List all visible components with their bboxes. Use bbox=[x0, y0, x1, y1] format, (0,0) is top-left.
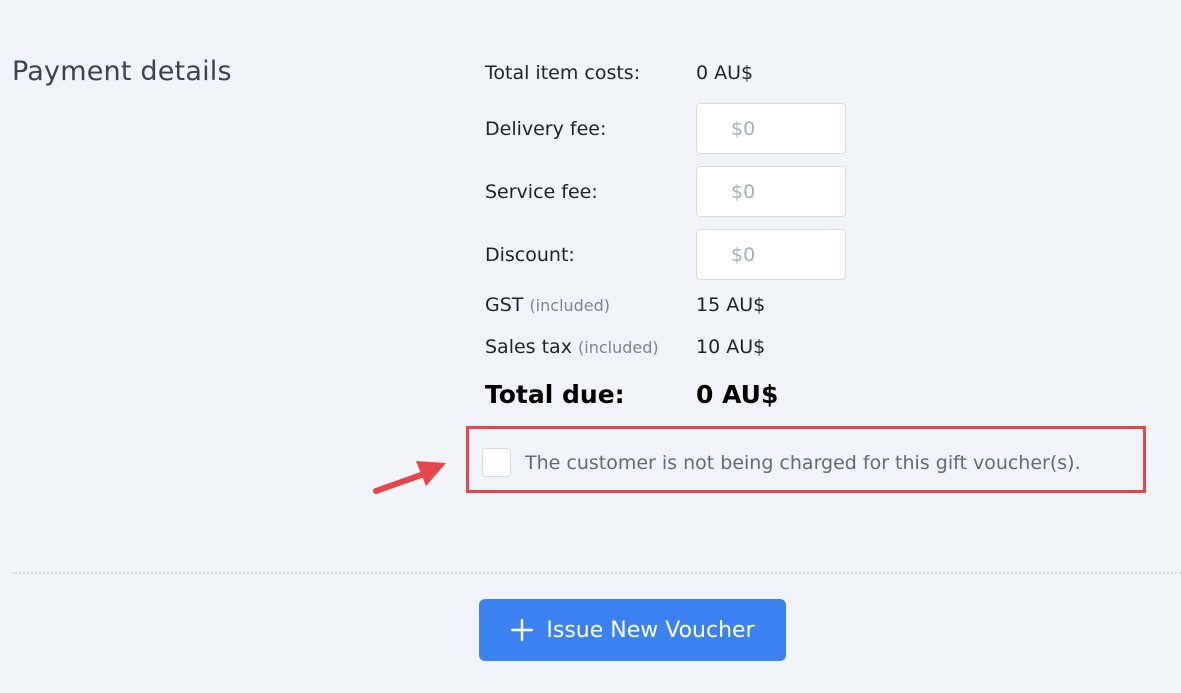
gst-label-wrap: GST (included) bbox=[485, 294, 696, 316]
no-charge-checkbox-label[interactable]: The customer is not being charged for th… bbox=[525, 452, 1081, 474]
sales-tax-label: Sales tax bbox=[485, 336, 572, 358]
total-item-costs-value: 0 AU$ bbox=[696, 62, 754, 84]
gst-value: 15 AU$ bbox=[696, 294, 766, 316]
annotation-arrow-icon bbox=[373, 461, 446, 494]
sales-tax-value: 10 AU$ bbox=[696, 336, 766, 358]
gst-included-note: (included) bbox=[529, 296, 611, 315]
no-charge-checkbox-row[interactable]: The customer is not being charged for th… bbox=[482, 448, 1081, 477]
sales-tax-row: Sales tax (included) 10 AU$ bbox=[485, 336, 765, 358]
sales-tax-label-wrap: Sales tax (included) bbox=[485, 336, 696, 358]
total-due-row: Total due: 0 AU$ bbox=[485, 380, 778, 409]
delivery-fee-row: Delivery fee: bbox=[485, 103, 846, 154]
service-fee-label: Service fee: bbox=[485, 180, 598, 203]
payment-details-title: Payment details bbox=[12, 56, 232, 87]
discount-label: Discount: bbox=[485, 243, 575, 266]
plus-icon bbox=[510, 618, 534, 642]
issue-new-voucher-label: Issue New Voucher bbox=[546, 617, 755, 643]
total-due-value: 0 AU$ bbox=[696, 380, 779, 409]
service-fee-row: Service fee: bbox=[485, 166, 846, 217]
total-due-label: Total due: bbox=[485, 380, 625, 409]
delivery-fee-label: Delivery fee: bbox=[485, 117, 607, 140]
discount-input[interactable] bbox=[696, 229, 846, 280]
issue-new-voucher-button[interactable]: Issue New Voucher bbox=[479, 599, 786, 661]
section-divider bbox=[12, 572, 1181, 574]
service-fee-input[interactable] bbox=[696, 166, 846, 217]
sales-tax-included-note: (included) bbox=[578, 338, 659, 357]
no-charge-checkbox[interactable] bbox=[482, 448, 511, 477]
gst-label: GST bbox=[485, 294, 524, 316]
total-item-costs-row: Total item costs: 0 AU$ bbox=[485, 62, 753, 84]
gst-row: GST (included) 15 AU$ bbox=[485, 294, 765, 316]
total-item-costs-label: Total item costs: bbox=[485, 62, 641, 84]
discount-row: Discount: bbox=[485, 229, 846, 280]
delivery-fee-input[interactable] bbox=[696, 103, 846, 154]
